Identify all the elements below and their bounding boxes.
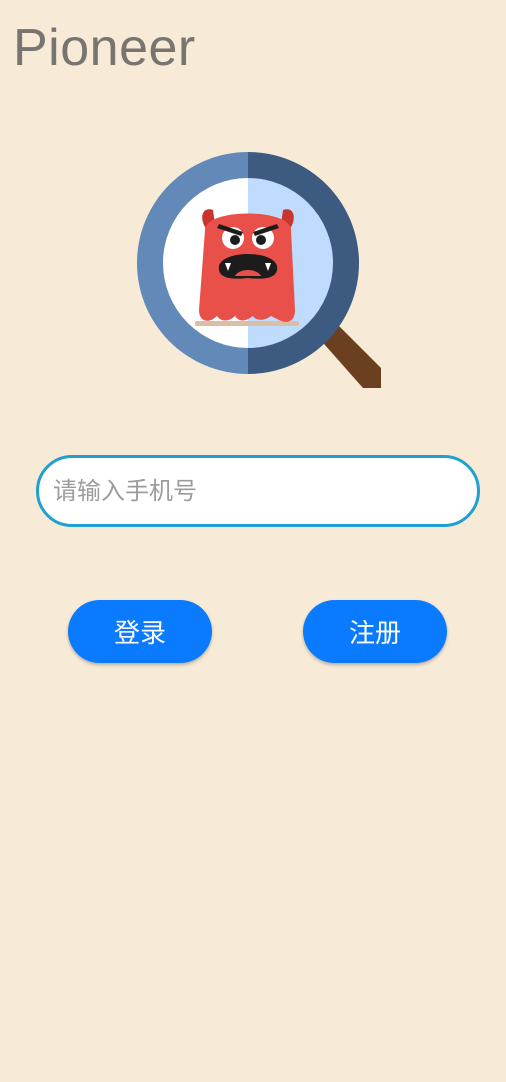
app-title: Pioneer (13, 19, 196, 77)
login-button[interactable]: 登录 (68, 600, 212, 663)
magnifier-monster-icon (135, 150, 383, 390)
phone-input[interactable] (39, 458, 477, 524)
register-button[interactable]: 注册 (303, 600, 447, 663)
phone-field-container (36, 455, 480, 527)
